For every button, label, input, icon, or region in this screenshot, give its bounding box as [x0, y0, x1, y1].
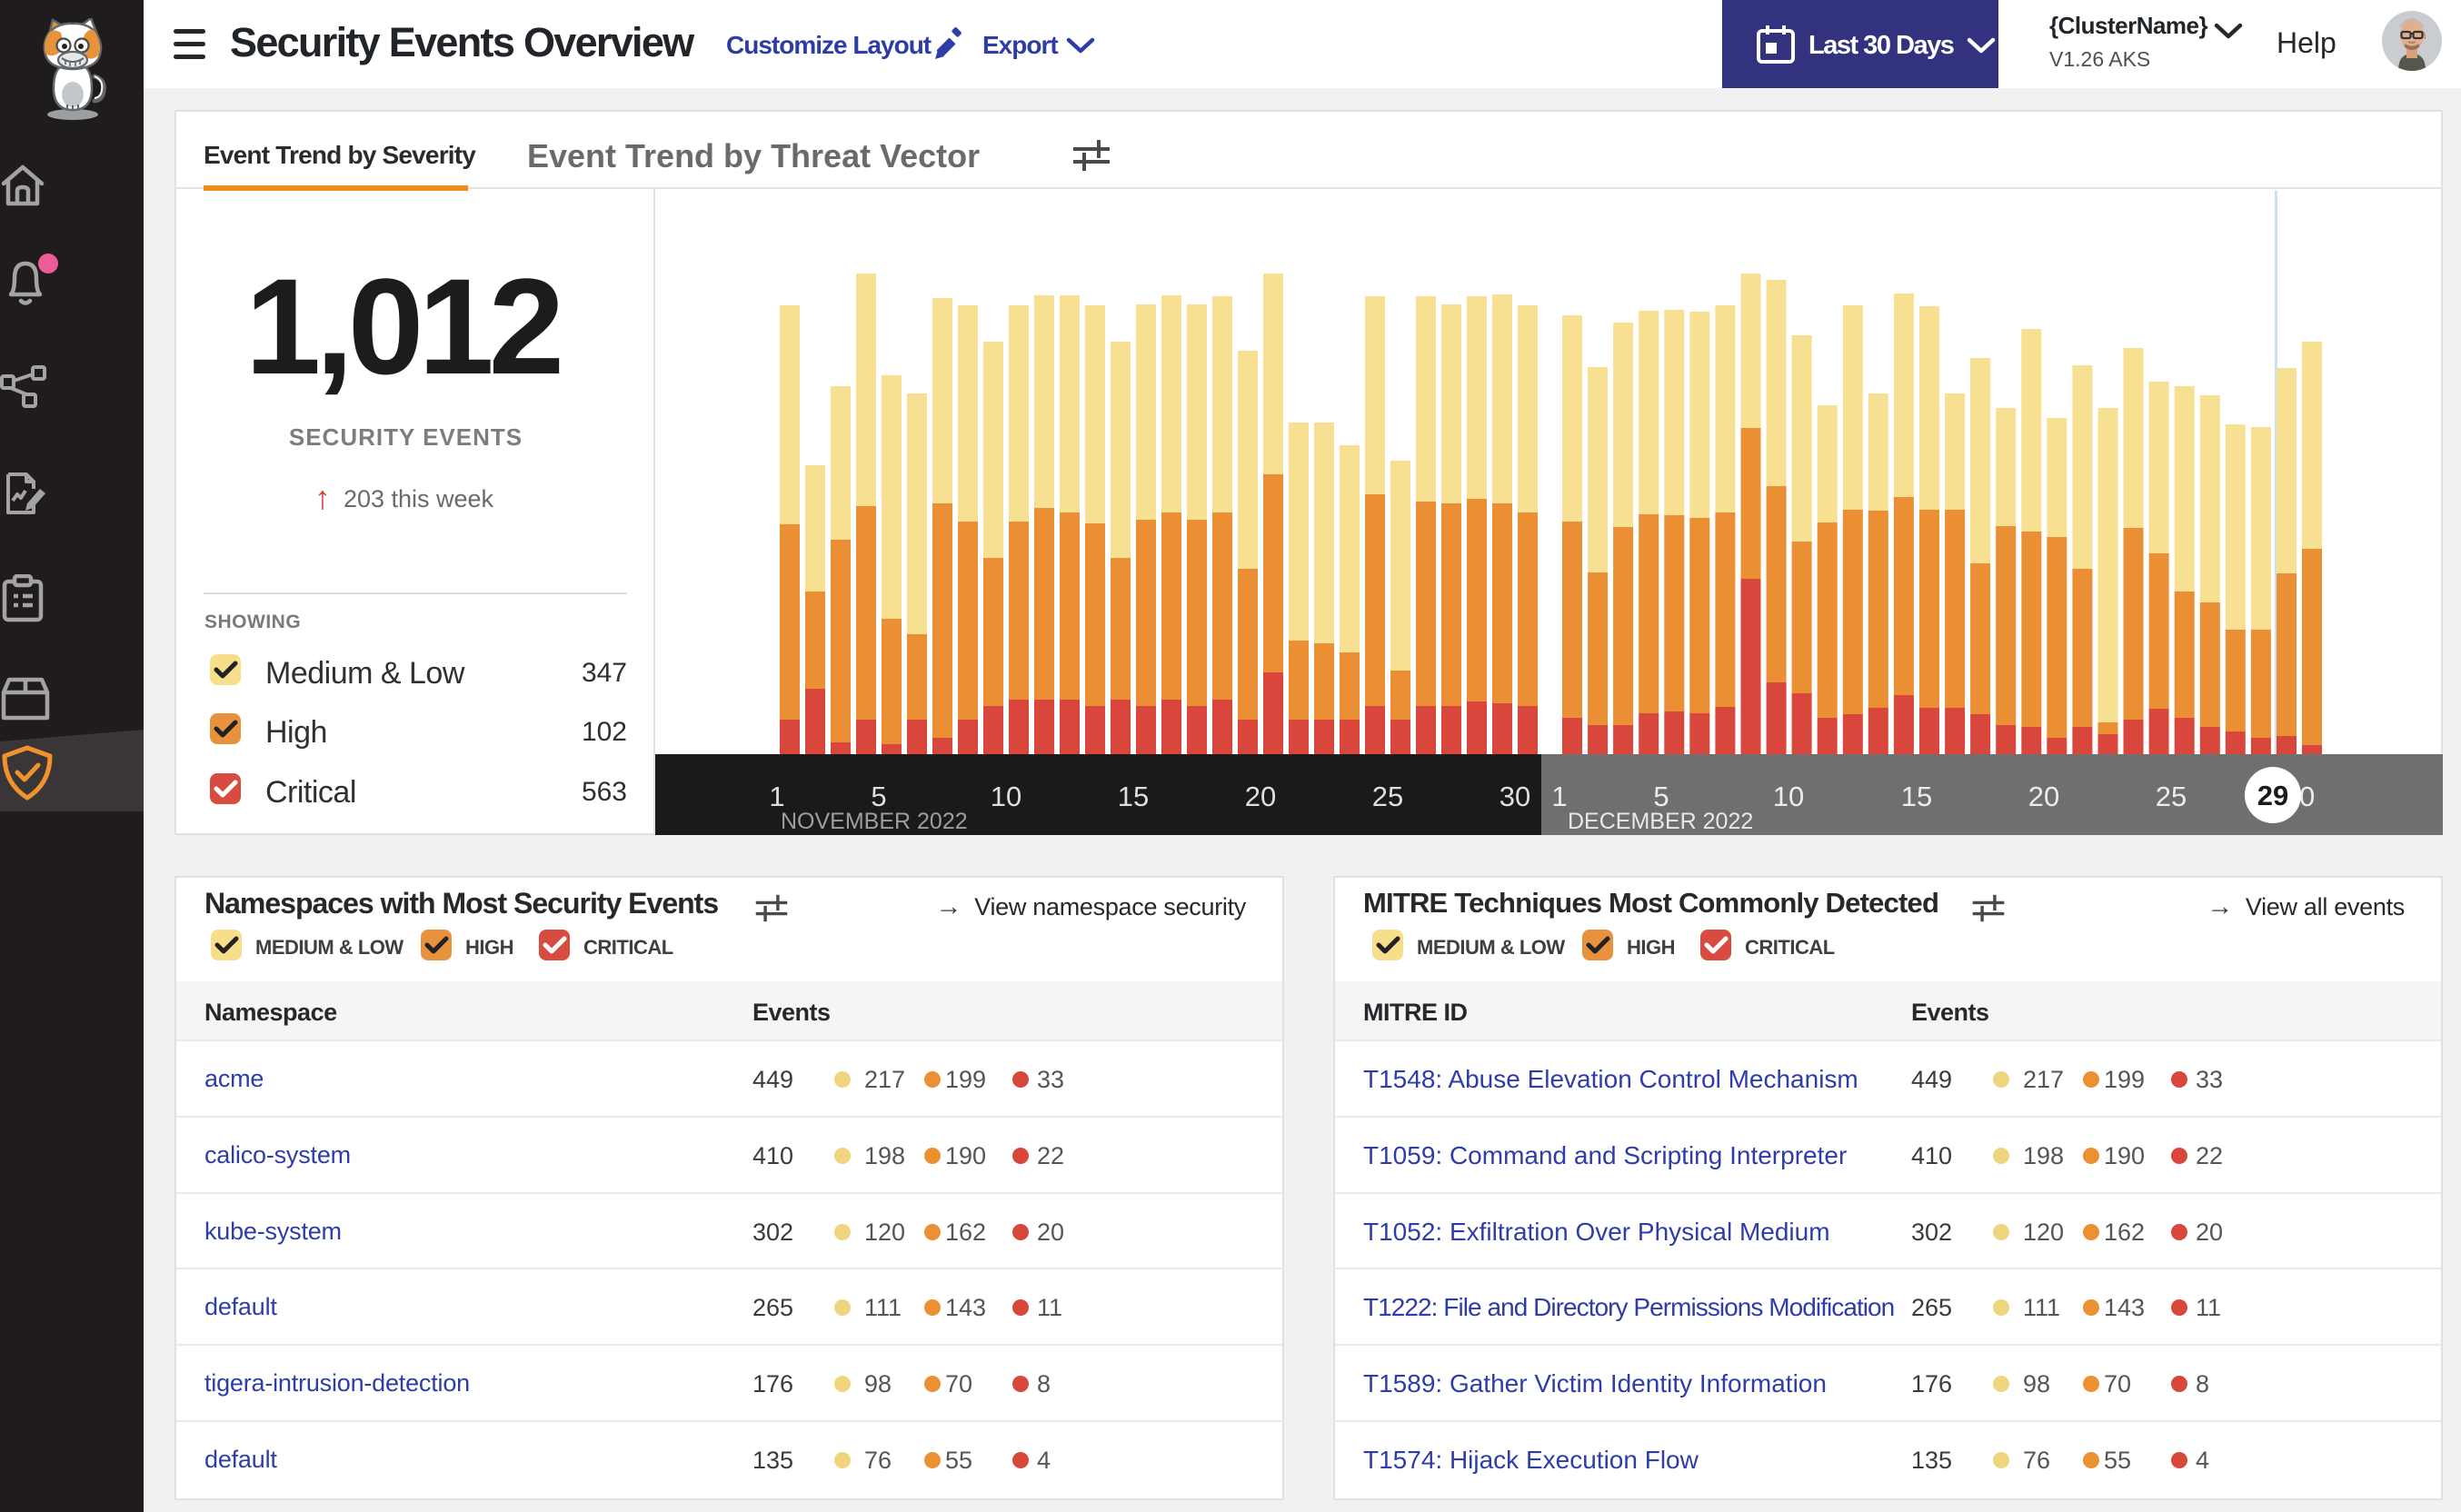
svg-text:10: 10	[991, 781, 1021, 812]
svg-text:10: 10	[1773, 781, 1804, 812]
svg-text:30: 30	[1500, 781, 1530, 812]
svg-text:NOVEMBER 2022: NOVEMBER 2022	[781, 809, 968, 834]
svg-text:15: 15	[1901, 781, 1932, 812]
svg-text:20: 20	[2028, 781, 2059, 812]
svg-text:5: 5	[871, 781, 886, 812]
svg-text:1: 1	[769, 781, 784, 812]
svg-text:25: 25	[2156, 781, 2187, 812]
svg-text:29: 29	[2257, 780, 2288, 811]
svg-text:25: 25	[1372, 781, 1403, 812]
svg-text:DECEMBER 2022: DECEMBER 2022	[1568, 809, 1753, 834]
svg-text:15: 15	[1118, 781, 1149, 812]
svg-text:20: 20	[1245, 781, 1276, 812]
svg-text:5: 5	[1653, 781, 1669, 812]
svg-text:1: 1	[1551, 781, 1567, 812]
